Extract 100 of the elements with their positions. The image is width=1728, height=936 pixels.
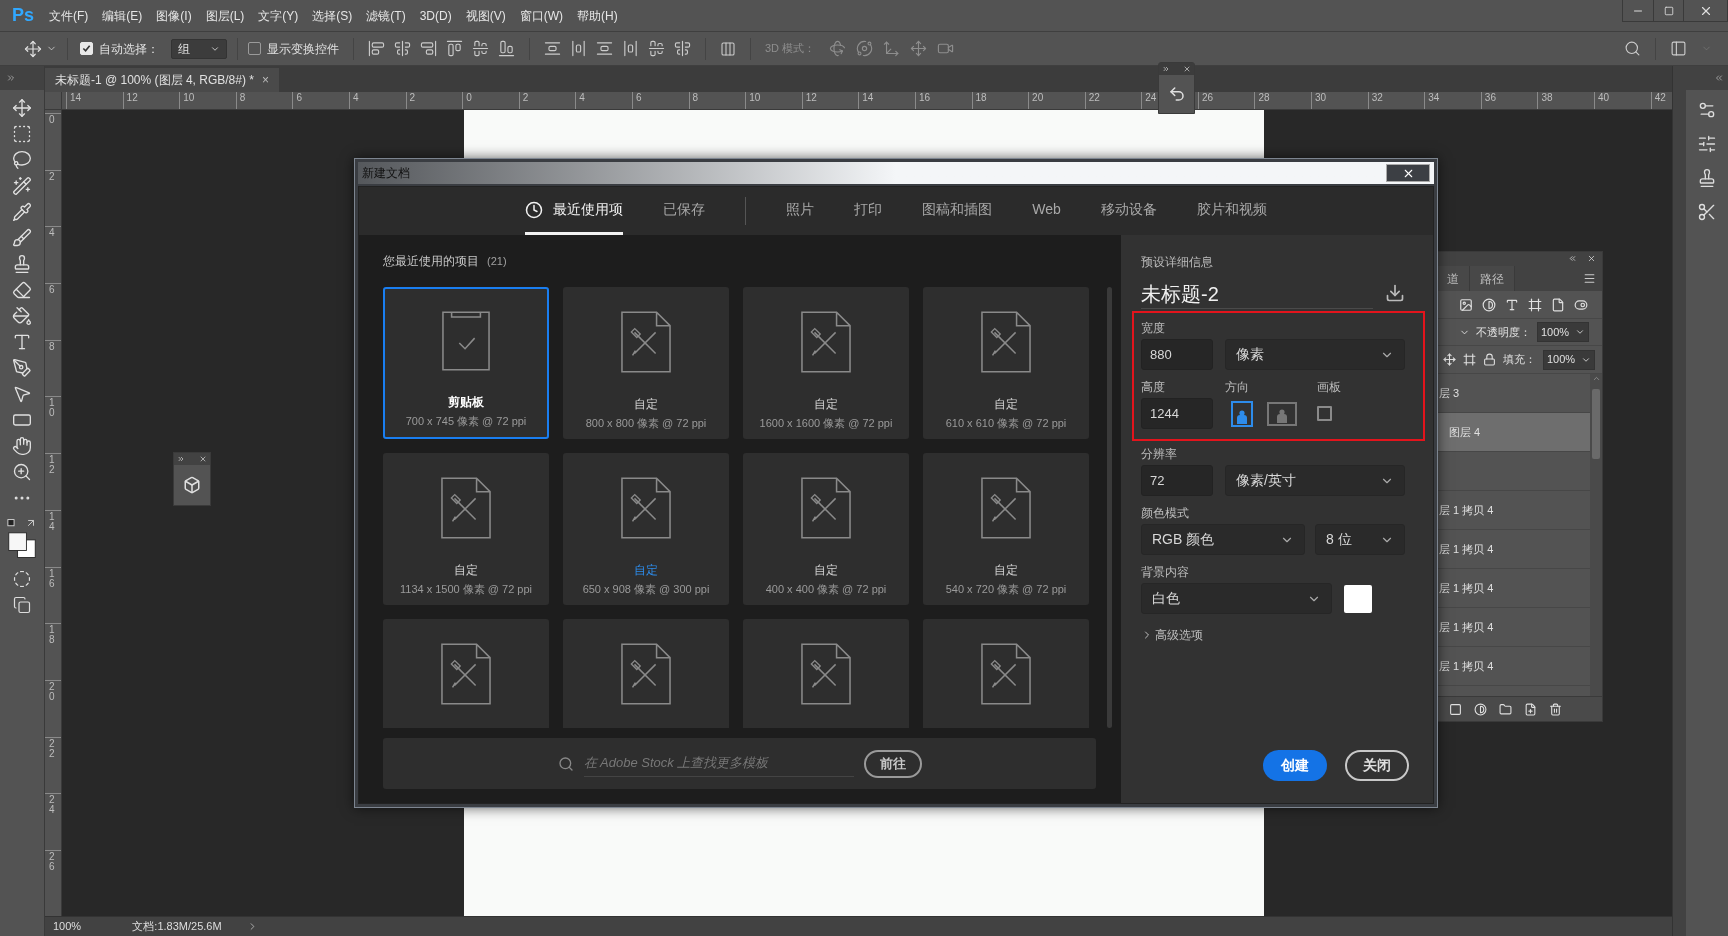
distribute-icon[interactable] — [570, 40, 587, 57]
preset-card[interactable]: 自定 800 x 800 像素 @ 72 ppi — [563, 287, 729, 439]
menu-item[interactable]: 编辑(E) — [95, 6, 150, 25]
preset-card[interactable] — [923, 619, 1089, 728]
preset-tab[interactable]: 胶片和视频 — [1196, 187, 1267, 235]
close-button[interactable]: 关闭 — [1345, 750, 1409, 781]
align-icon[interactable] — [368, 40, 385, 57]
contrast-icon[interactable] — [1482, 297, 1496, 312]
move-icon[interactable] — [12, 98, 32, 118]
preset-card[interactable]: 自定 650 x 908 像素 @ 300 ppi — [563, 453, 729, 605]
color-swatch[interactable] — [1344, 584, 1372, 613]
preset-card[interactable]: 自定 1600 x 1600 像素 @ 72 ppi — [743, 287, 909, 439]
image-icon[interactable] — [1459, 297, 1473, 312]
trash-icon[interactable] — [1549, 702, 1562, 716]
marquee-icon[interactable] — [12, 124, 32, 144]
expand-icon[interactable] — [1162, 65, 1170, 73]
menu-item[interactable]: 窗口(W) — [512, 6, 570, 25]
menu-item[interactable]: 图层(L) — [198, 6, 252, 25]
close-icon[interactable] — [199, 455, 207, 463]
stamp-icon[interactable] — [12, 254, 32, 274]
save-preset-icon[interactable] — [1385, 283, 1405, 303]
zoom-icon[interactable] — [12, 462, 32, 482]
artboard-checkbox[interactable] — [1317, 406, 1332, 421]
align-icon[interactable] — [498, 40, 515, 57]
stamp-icon[interactable] — [1697, 168, 1717, 188]
workspace-icon[interactable] — [1670, 40, 1687, 57]
scrollbar[interactable] — [1590, 374, 1602, 696]
toggle-icon[interactable] — [1574, 297, 1588, 312]
adjust-icon[interactable] — [1697, 100, 1717, 120]
menu-icon[interactable] — [1583, 272, 1596, 285]
color-mode-dropdown[interactable]: RGB 颜色 — [1141, 524, 1305, 555]
preset-card[interactable]: 自定 610 x 610 像素 @ 72 ppi — [923, 287, 1089, 439]
move-icon[interactable] — [1443, 353, 1456, 366]
preset-tab[interactable]: 移动设备 — [1100, 187, 1157, 235]
unit-dropdown[interactable]: 像素/英寸 — [1225, 465, 1405, 496]
screen-mode-icon[interactable] — [13, 596, 31, 614]
preset-tab[interactable]: Web — [1032, 187, 1061, 235]
search-icon[interactable] — [1624, 40, 1641, 57]
menu-item[interactable]: 视图(V) — [458, 6, 513, 25]
new-layer-icon[interactable] — [1524, 702, 1537, 716]
distribute-icon[interactable] — [596, 40, 613, 57]
eyedropper-icon[interactable] — [12, 202, 32, 222]
go-button[interactable]: 前往 — [863, 749, 922, 778]
scrollbar[interactable] — [1107, 287, 1112, 728]
align-icon[interactable] — [394, 40, 411, 57]
preset-tab[interactable]: 打印 — [854, 187, 883, 235]
scissors-icon[interactable] — [1697, 202, 1717, 222]
resolution-field[interactable]: 72 — [1141, 465, 1213, 496]
menu-item[interactable]: 选择(S) — [305, 6, 360, 25]
frame-icon[interactable] — [1528, 297, 1542, 312]
advanced-options-toggle[interactable]: 高级选项 — [1141, 626, 1203, 644]
panel-tab[interactable]: 路径 — [1470, 266, 1515, 291]
brush-icon[interactable] — [12, 228, 32, 248]
type-icon[interactable] — [1505, 297, 1519, 312]
menu-item[interactable]: 文件(F) — [42, 6, 96, 25]
mask-icon[interactable] — [1449, 702, 1462, 716]
menu-item[interactable]: 滤镜(T) — [359, 6, 413, 25]
background-dropdown[interactable]: 白色 — [1141, 583, 1332, 614]
menu-item[interactable]: 文字(Y) — [251, 6, 306, 25]
distribute-icon[interactable] — [544, 40, 561, 57]
close-icon[interactable] — [1587, 254, 1596, 263]
maximize-icon[interactable] — [1663, 5, 1674, 16]
adjustment-icon[interactable] — [1474, 702, 1487, 716]
preset-card[interactable] — [563, 619, 729, 728]
document-tab[interactable]: 未标题-1 @ 100% (图层 4, RGB/8#) * × — [45, 68, 279, 92]
expand-icon[interactable] — [177, 455, 185, 463]
align-icon[interactable] — [472, 40, 489, 57]
quick-mask-icon[interactable] — [13, 570, 31, 588]
panel-tab[interactable]: 道 — [1437, 266, 1470, 291]
height-field[interactable]: 1244 — [1141, 398, 1213, 429]
move-icon[interactable] — [24, 39, 42, 58]
menu-item[interactable]: 3D(D) — [412, 6, 459, 25]
collapse-icon[interactable] — [1568, 254, 1577, 263]
preset-card[interactable]: 自定 400 x 400 像素 @ 72 ppi — [743, 453, 909, 605]
preset-card[interactable]: 剪贴板 700 x 745 像素 @ 72 ppi — [383, 287, 549, 439]
distribute-icon[interactable] — [674, 40, 691, 57]
opacity-field[interactable]: 100% — [1537, 322, 1589, 342]
wand-icon[interactable] — [12, 176, 32, 196]
layer-row[interactable]: 图层 4 — [1437, 413, 1590, 452]
distribute-icon[interactable] — [622, 40, 639, 57]
create-button[interactable]: 创建 — [1263, 750, 1327, 781]
close-icon[interactable] — [1183, 65, 1191, 73]
scrollbar-thumb[interactable] — [1592, 389, 1600, 459]
history-icon[interactable] — [1167, 85, 1186, 103]
artboard-icon[interactable] — [1463, 353, 1476, 366]
lasso-icon[interactable] — [12, 150, 32, 170]
color-swatches-icon[interactable] — [7, 518, 37, 560]
preset-card[interactable]: 自定 540 x 720 像素 @ 72 ppi — [923, 453, 1089, 605]
sliders-icon[interactable] — [1697, 134, 1717, 154]
width-field[interactable]: 880 — [1141, 339, 1213, 370]
document-name-field[interactable]: 未标题-2 — [1141, 279, 1373, 309]
pointer-icon[interactable] — [12, 384, 32, 404]
lock-icon[interactable] — [1483, 353, 1496, 366]
preset-tab[interactable]: 照片 — [786, 187, 815, 235]
eraser-icon[interactable] — [12, 280, 32, 300]
preset-card[interactable] — [383, 619, 549, 728]
paint-bucket-icon[interactable] — [12, 306, 32, 326]
file-icon[interactable] — [1551, 297, 1565, 312]
checkbox[interactable] — [248, 42, 261, 55]
target-dropdown[interactable]: 组 — [171, 38, 227, 59]
